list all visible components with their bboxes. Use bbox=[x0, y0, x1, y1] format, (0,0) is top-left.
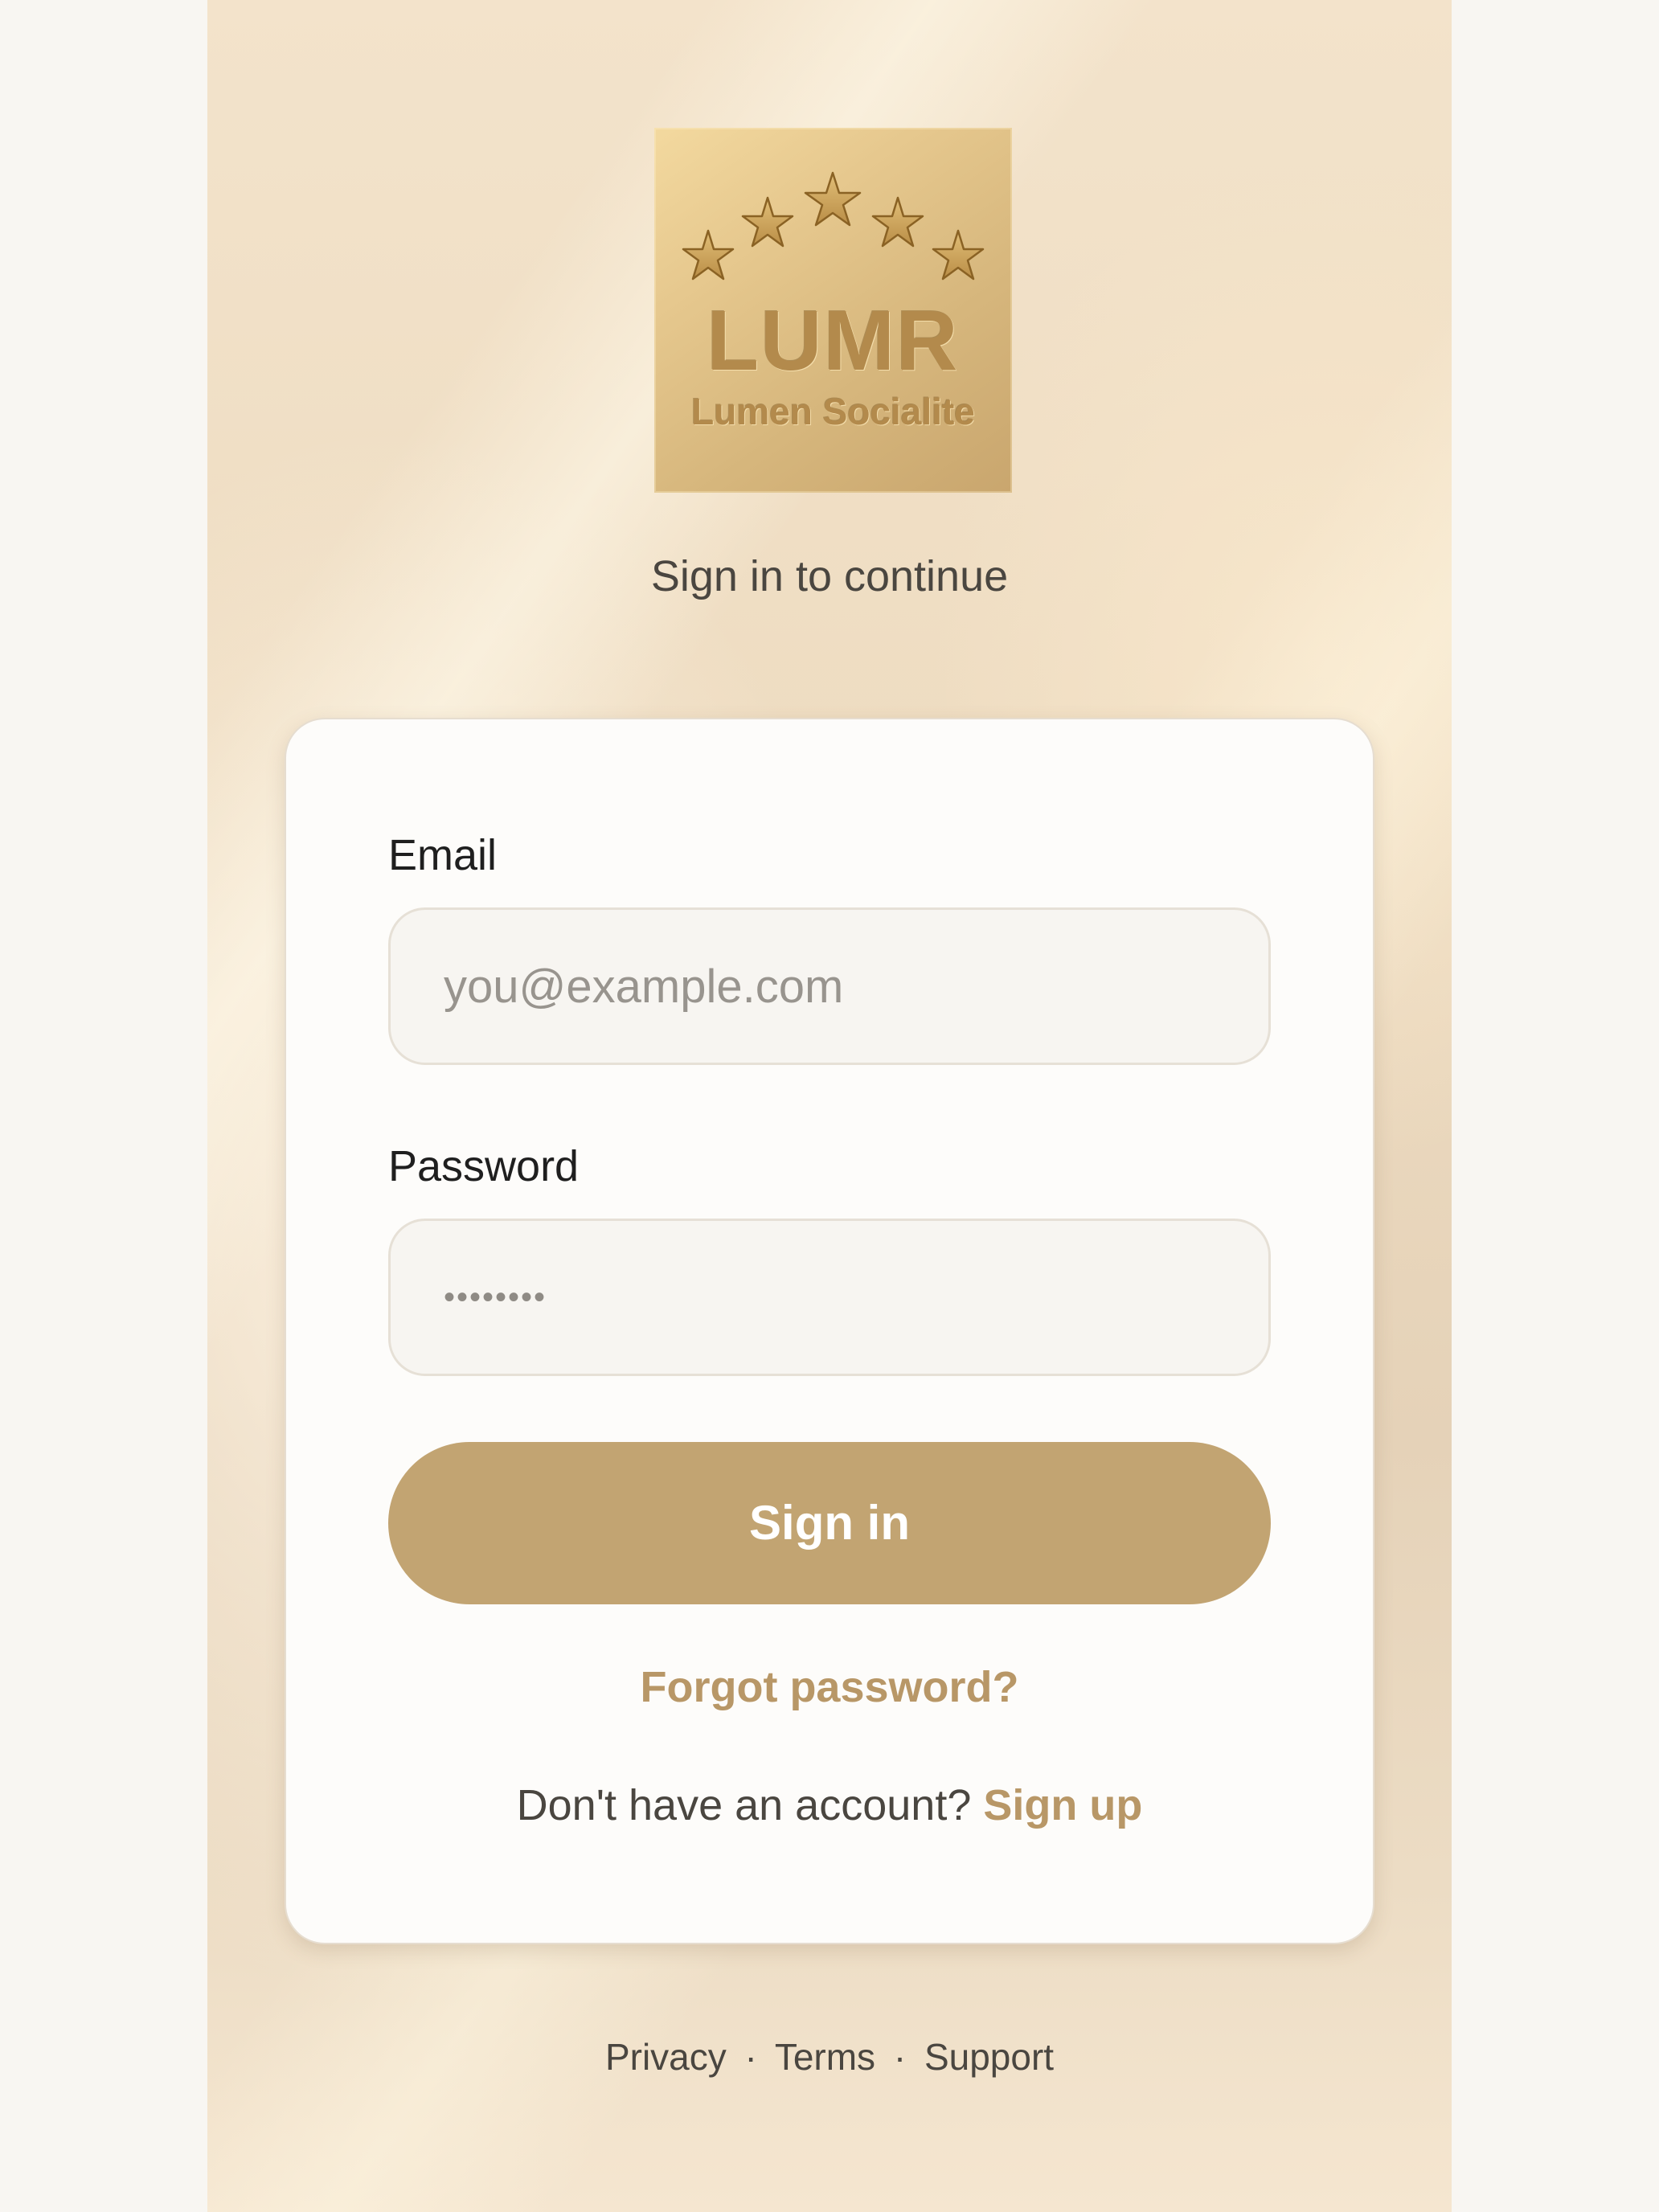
app-logo: LUMR Lumen Socialite bbox=[654, 128, 1012, 493]
footer-separator: · bbox=[744, 2036, 757, 2078]
signup-row: Don't have an account? Sign up bbox=[286, 1780, 1373, 1830]
star-icon bbox=[682, 229, 735, 281]
terms-link[interactable]: Terms bbox=[775, 2036, 875, 2078]
password-label: Password bbox=[388, 1142, 580, 1190]
email-field[interactable] bbox=[388, 907, 1271, 1065]
logo-title: LUMR bbox=[707, 293, 960, 388]
logo-subtitle: Lumen Socialite bbox=[691, 391, 975, 432]
app-screen: LUMR Lumen Socialite Sign in to continue… bbox=[207, 0, 1452, 2212]
signup-link[interactable]: Sign up bbox=[983, 1781, 1142, 1829]
star-icon bbox=[804, 171, 862, 227]
footer-separator: · bbox=[893, 2036, 907, 2078]
email-label: Email bbox=[388, 831, 498, 879]
signin-button[interactable]: Sign in bbox=[388, 1442, 1271, 1604]
star-icon bbox=[871, 196, 924, 248]
signup-prompt: Don't have an account? bbox=[516, 1781, 972, 1829]
forgot-password-link[interactable]: Forgot password? bbox=[286, 1662, 1373, 1712]
privacy-link[interactable]: Privacy bbox=[605, 2036, 727, 2078]
star-icon bbox=[932, 229, 985, 281]
page: LUMR Lumen Socialite Sign in to continue… bbox=[0, 0, 1659, 2212]
support-link[interactable]: Support bbox=[924, 2036, 1054, 2078]
signin-card: Email Password •••••••• Sign in Forgot p… bbox=[285, 718, 1374, 1944]
star-icon bbox=[741, 196, 794, 248]
footer-links: Privacy · Terms · Support bbox=[207, 2035, 1452, 2079]
page-subtitle: Sign in to continue bbox=[650, 552, 1009, 600]
password-field[interactable]: •••••••• bbox=[388, 1219, 1271, 1376]
